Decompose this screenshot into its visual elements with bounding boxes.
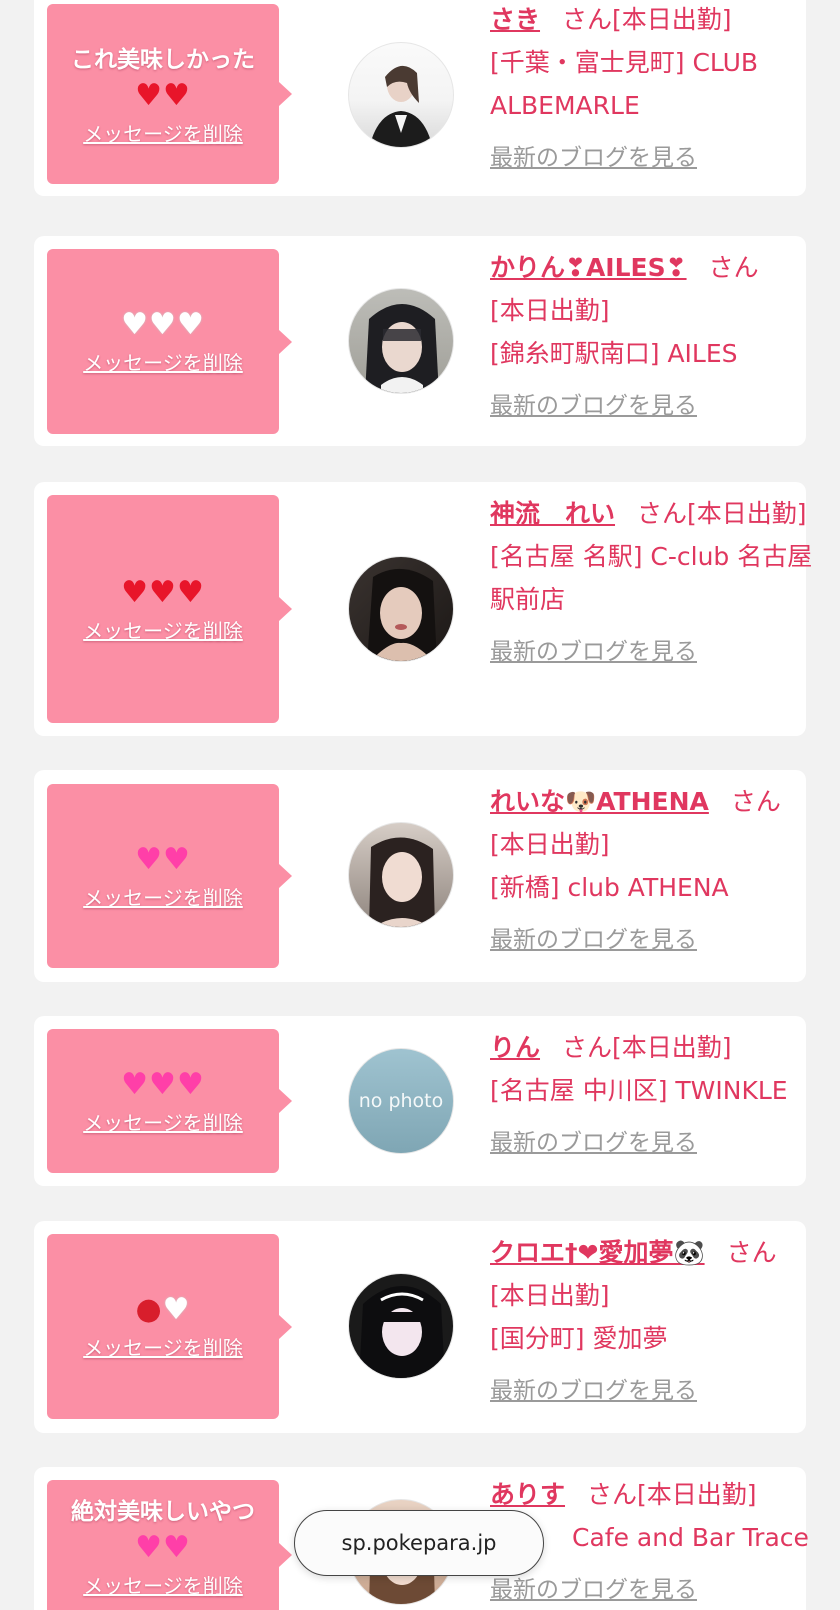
list-item: ♥♥ メッセージを削除 れいな🐶ATHENA さん [本日出勤] [新橋] clu… xyxy=(34,770,806,982)
honorific-label: さん xyxy=(587,1480,638,1509)
honorific-label: さん xyxy=(708,253,759,282)
sparkling-heart-icon: ♥ xyxy=(149,1066,177,1102)
strawberry-icon: ● xyxy=(135,1292,163,1327)
address-bar-url: sp.pokepara.jp xyxy=(341,1531,497,1555)
message-bubble: ♥♥♥ メッセージを削除 xyxy=(47,495,292,723)
cast-info: 神流 れい さん[本日出勤] [名古屋 名駅] C-club 名古屋駅前店 最新の… xyxy=(490,492,820,674)
cast-info: クロエ†❤愛加夢🐼 さん [本日出勤] [国分町] 愛加夢 最新のブログを見る xyxy=(490,1231,820,1413)
attendance-status: [本日出勤] xyxy=(612,1033,732,1062)
cast-name-link[interactable]: 神流 れい xyxy=(490,499,615,528)
latest-blog-link[interactable]: 最新のブログを見る xyxy=(490,137,820,180)
honorific-label: さん xyxy=(562,5,613,34)
sparkling-heart-icon: ♥ xyxy=(176,1066,205,1102)
latest-blog-link[interactable]: 最新のブログを見る xyxy=(490,631,820,674)
heart-white-icon: ♥ xyxy=(162,1292,191,1327)
delete-message-link[interactable]: メッセージを削除 xyxy=(83,118,243,147)
avatar[interactable] xyxy=(348,822,454,928)
honorific-label: さん xyxy=(726,1238,777,1267)
heart-white-icon: ♥ xyxy=(121,307,150,342)
attendance-status: [本日出勤] xyxy=(490,296,610,325)
heart-red-icon: ♥ xyxy=(149,574,177,610)
avatar[interactable] xyxy=(348,42,454,148)
latest-blog-link[interactable]: 最新のブログを見る xyxy=(490,1122,820,1165)
shop-area: [千葉・富士見町] CLUB ALBEMARLE xyxy=(490,48,759,120)
latest-blog-link[interactable]: 最新のブログを見る xyxy=(490,919,820,962)
latest-blog-link[interactable]: 最新のブログを見る xyxy=(490,385,820,428)
message-bubble: ♥♥♥ メッセージを削除 xyxy=(47,249,292,434)
cast-info: りん さん[本日出勤] [名古屋 中川区] TWINKLE 最新のブログを見る xyxy=(490,1026,820,1165)
list-item: ♥♥♥ メッセージを削除 神流 れい さん[本日出勤] [名古屋 名駅] C-cl… xyxy=(34,482,812,736)
message-bubble: 絶対美味しいやつ ♥♥ メッセージを削除 xyxy=(47,1480,292,1610)
message-emojis: ●♥ xyxy=(135,1292,190,1328)
delete-message-link[interactable]: メッセージを削除 xyxy=(83,615,243,644)
sparkling-heart-icon: ♥ xyxy=(135,1530,163,1565)
shop-area: [錦糸町駅南口] AILES xyxy=(490,339,738,368)
latest-blog-link[interactable]: 最新のブログを見る xyxy=(490,1370,820,1413)
cast-info: さき さん[本日出勤] [千葉・富士見町] CLUB ALBEMARLE 最新のブ… xyxy=(490,0,820,180)
address-bar[interactable]: sp.pokepara.jp xyxy=(294,1510,544,1576)
heart-red-icon: ♥ xyxy=(163,77,191,113)
message-text: 絶対美味しいやつ xyxy=(71,1499,255,1525)
attendance-status: [本日出勤] xyxy=(687,499,807,528)
delete-message-link[interactable]: メッセージを削除 xyxy=(83,1332,243,1361)
message-text: これ美味しかった xyxy=(71,46,255,73)
attendance-status: [本日出勤] xyxy=(612,5,732,34)
avatar[interactable] xyxy=(348,1273,454,1379)
message-emojis: ♥♥♥ xyxy=(121,307,205,343)
sparkling-heart-icon: ♥ xyxy=(135,841,163,877)
honorific-label: さん xyxy=(562,1033,613,1062)
cast-name-link[interactable]: さき xyxy=(490,5,540,34)
avatar[interactable]: no photo xyxy=(348,1048,454,1154)
shop-area: [名古屋 名駅] C-club 名古屋駅前店 xyxy=(490,542,813,614)
message-emojis: ♥♥ xyxy=(135,78,191,114)
heart-white-icon: ♥ xyxy=(176,307,205,342)
honorific-label: さん xyxy=(637,499,688,528)
avatar[interactable] xyxy=(348,288,454,394)
attendance-status: [本日出勤] xyxy=(490,830,610,859)
list-item: ●♥ メッセージを削除 クロエ†❤愛加夢🐼 さん [本日出勤] [国分町] 愛加夢… xyxy=(34,1221,806,1433)
sparkling-heart-icon: ♥ xyxy=(163,1530,191,1565)
delete-message-link[interactable]: メッセージを削除 xyxy=(83,1570,243,1599)
message-emojis: ♥♥♥ xyxy=(121,575,205,611)
list-item: これ美味しかった ♥♥ メッセージを削除 さき さん[本日出勤] [千葉・富士見町… xyxy=(34,0,806,196)
cast-info: かりん❣AILES❣ さん [本日出勤] [錦糸町駅南口] AILES 最新のブロ… xyxy=(490,246,820,428)
heart-white-icon: ♥ xyxy=(149,307,177,342)
shop-area: [新橋] club ATHENA xyxy=(490,873,729,902)
cast-name-link[interactable]: ありす xyxy=(490,1480,565,1509)
honorific-label: さん xyxy=(730,787,781,816)
message-emojis: ♥♥ xyxy=(135,1530,191,1566)
message-bubble: これ美味しかった ♥♥ メッセージを削除 xyxy=(47,4,292,184)
cast-name-link[interactable]: クロエ†❤愛加夢🐼 xyxy=(490,1238,705,1267)
favorite-message-list: これ美味しかった ♥♥ メッセージを削除 さき さん[本日出勤] [千葉・富士見町… xyxy=(0,0,840,1610)
latest-blog-link[interactable]: 最新のブログを見る xyxy=(490,1569,820,1610)
cast-info: れいな🐶ATHENA さん [本日出勤] [新橋] club ATHENA 最新の… xyxy=(490,780,820,962)
shop-area: [名古屋 中川区] TWINKLE xyxy=(490,1076,788,1105)
message-emojis: ♥♥♥ xyxy=(121,1067,205,1103)
delete-message-link[interactable]: メッセージを削除 xyxy=(83,1107,243,1136)
message-bubble: ●♥ メッセージを削除 xyxy=(47,1234,292,1419)
no-photo-label: no photo xyxy=(358,1090,444,1112)
sparkling-heart-icon: ♥ xyxy=(121,1066,150,1102)
list-item: ♥♥♥ メッセージを削除 かりん❣AILES❣ さん [本日出勤] [錦糸町駅南口… xyxy=(34,236,806,446)
heart-red-icon: ♥ xyxy=(135,77,163,113)
sparkling-heart-icon: ♥ xyxy=(163,841,191,877)
attendance-status: [本日出勤] xyxy=(637,1480,757,1509)
message-bubble: ♥♥ メッセージを削除 xyxy=(47,784,292,968)
delete-message-link[interactable]: メッセージを削除 xyxy=(83,347,243,376)
heart-red-icon: ♥ xyxy=(121,574,150,610)
avatar[interactable] xyxy=(348,556,454,662)
heart-red-icon: ♥ xyxy=(176,574,205,610)
attendance-status: [本日出勤] xyxy=(490,1281,610,1310)
message-bubble: ♥♥♥ メッセージを削除 xyxy=(47,1029,292,1173)
delete-message-link[interactable]: メッセージを削除 xyxy=(83,882,243,911)
cast-name-link[interactable]: りん xyxy=(490,1033,540,1062)
shop-area: [国分町] 愛加夢 xyxy=(490,1324,668,1353)
cast-name-link[interactable]: れいな🐶ATHENA xyxy=(490,787,709,816)
list-item: ♥♥♥ メッセージを削除 no photo りん さん[本日出勤] [名古屋 中川… xyxy=(34,1016,806,1186)
message-emojis: ♥♥ xyxy=(135,842,191,878)
cast-name-link[interactable]: かりん❣AILES❣ xyxy=(490,253,687,282)
